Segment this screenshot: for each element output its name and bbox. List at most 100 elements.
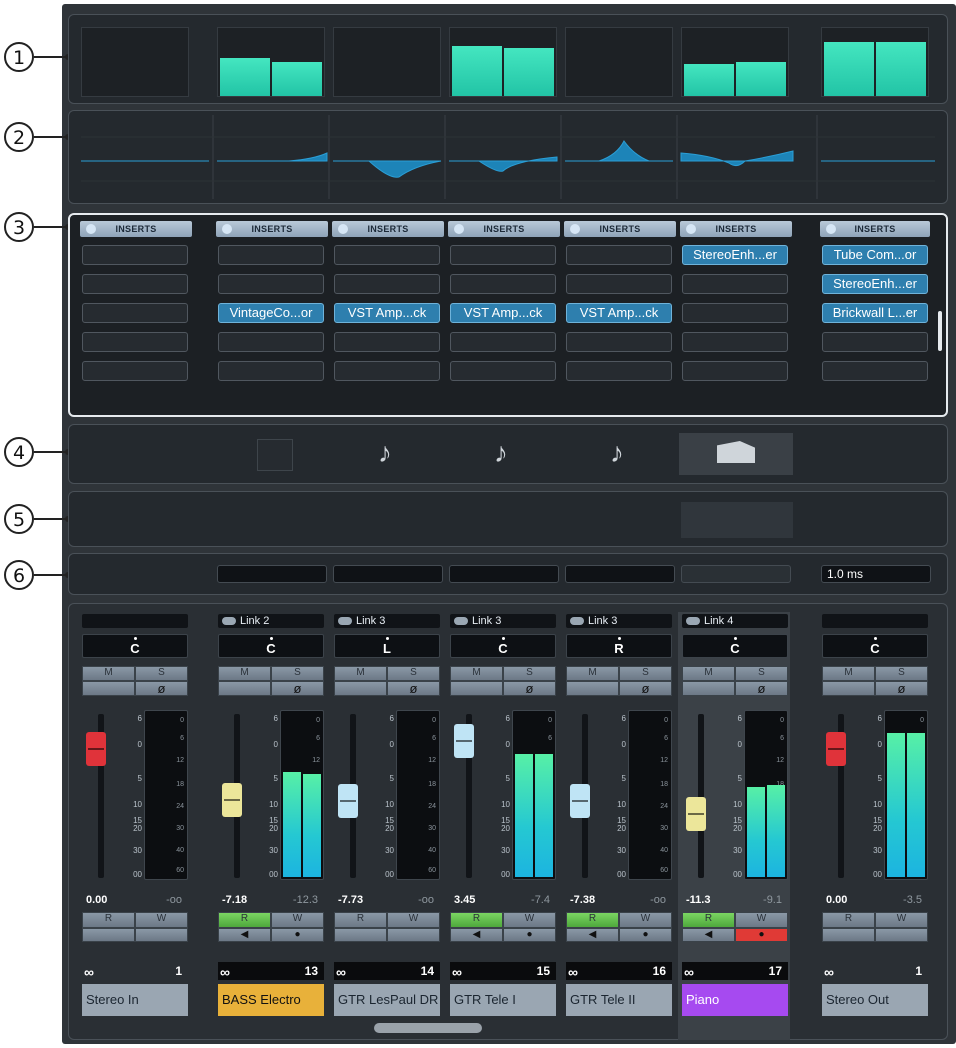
listen-button[interactable] <box>82 681 135 696</box>
inserts-header[interactable]: INSERTS <box>80 221 192 237</box>
phase-button[interactable]: ø <box>387 681 440 696</box>
insert-slot[interactable] <box>450 361 556 381</box>
insert-slot[interactable] <box>822 332 928 352</box>
insert-slot[interactable] <box>82 303 188 323</box>
fader-handle[interactable] <box>686 797 706 831</box>
listen-button[interactable] <box>218 681 271 696</box>
volume-value[interactable]: 0.00 <box>86 894 107 906</box>
link-group-label[interactable]: Link 2 <box>218 614 324 628</box>
write-automation-button[interactable]: W <box>619 912 672 928</box>
insert-bypass-icon[interactable] <box>570 224 580 234</box>
write-automation-button[interactable]: W <box>135 912 188 928</box>
inserts-header[interactable]: INSERTS <box>820 221 930 237</box>
fader-handle[interactable] <box>454 724 474 758</box>
write-automation-button[interactable]: W <box>875 912 928 928</box>
monitor-button[interactable] <box>82 928 135 942</box>
insert-slot[interactable] <box>450 245 556 265</box>
piano-picture-cell[interactable] <box>679 433 793 475</box>
write-automation-button[interactable]: W <box>387 912 440 928</box>
volume-value[interactable]: -7.73 <box>338 894 363 906</box>
fader-handle[interactable] <box>826 732 846 766</box>
inserts-scrollbar[interactable] <box>938 311 942 351</box>
link-group-label[interactable]: Link 3 <box>566 614 672 628</box>
insert-bypass-icon[interactable] <box>826 224 836 234</box>
volume-value[interactable]: 3.45 <box>454 894 475 906</box>
horizontal-scrollbar[interactable] <box>374 1023 482 1033</box>
monitor-button[interactable]: ◀ <box>218 928 271 942</box>
solo-button[interactable]: S <box>503 666 556 681</box>
inserts-header[interactable]: INSERTS <box>332 221 444 237</box>
insert-slot[interactable] <box>218 332 324 352</box>
record-button[interactable]: ● <box>271 928 324 942</box>
guitar-icon[interactable]: ♪ <box>365 433 405 473</box>
insert-slot[interactable] <box>682 361 788 381</box>
read-automation-button[interactable]: R <box>218 912 271 928</box>
solo-button[interactable]: S <box>271 666 324 681</box>
fader-handle[interactable] <box>222 783 242 817</box>
listen-button[interactable] <box>566 681 619 696</box>
listen-button[interactable] <box>450 681 503 696</box>
monitor-button[interactable] <box>822 928 875 942</box>
insert-slot[interactable] <box>566 361 672 381</box>
insert-slot[interactable] <box>682 332 788 352</box>
insert-bypass-icon[interactable] <box>338 224 348 234</box>
mute-button[interactable]: M <box>450 666 503 681</box>
inserts-header[interactable]: INSERTS <box>448 221 560 237</box>
mute-button[interactable]: M <box>566 666 619 681</box>
pan-control[interactable]: C <box>82 634 188 658</box>
pan-control[interactable]: R <box>566 634 672 658</box>
insert-bypass-icon[interactable] <box>222 224 232 234</box>
write-automation-button[interactable]: W <box>271 912 324 928</box>
mute-button[interactable]: M <box>82 666 135 681</box>
read-automation-button[interactable]: R <box>822 912 875 928</box>
insert-bypass-icon[interactable] <box>686 224 696 234</box>
record-button[interactable] <box>875 928 928 942</box>
insert-bypass-icon[interactable] <box>454 224 464 234</box>
volume-value[interactable]: 0.00 <box>826 894 847 906</box>
monitor-button[interactable] <box>334 928 387 942</box>
peak-value[interactable]: -oo <box>650 894 666 906</box>
volume-value[interactable]: -11.3 <box>686 894 710 906</box>
insert-slot[interactable] <box>82 332 188 352</box>
inserts-header[interactable]: INSERTS <box>680 221 792 237</box>
mute-button[interactable]: M <box>334 666 387 681</box>
insert-slot[interactable] <box>218 245 324 265</box>
channel-name[interactable]: Stereo In <box>82 984 188 1016</box>
insert-slot[interactable] <box>82 245 188 265</box>
record-button[interactable] <box>387 928 440 942</box>
insert-slot[interactable] <box>218 274 324 294</box>
channel-name[interactable]: GTR Tele I <box>450 984 556 1016</box>
read-automation-button[interactable]: R <box>450 912 503 928</box>
phase-button[interactable]: ø <box>503 681 556 696</box>
record-button[interactable]: ● <box>735 928 788 942</box>
pan-control[interactable]: C <box>682 634 788 658</box>
channel-name[interactable]: Stereo Out <box>822 984 928 1016</box>
insert-slot[interactable]: StereoEnh...er <box>822 274 928 294</box>
monitor-button[interactable]: ◀ <box>682 928 735 942</box>
insert-slot[interactable] <box>566 274 672 294</box>
insert-slot[interactable]: Tube Com...or <box>822 245 928 265</box>
phase-button[interactable]: ø <box>135 681 188 696</box>
insert-slot[interactable] <box>566 245 672 265</box>
solo-button[interactable]: S <box>619 666 672 681</box>
inserts-header[interactable]: INSERTS <box>216 221 328 237</box>
inserts-header[interactable]: INSERTS <box>564 221 676 237</box>
empty-picture[interactable] <box>257 439 293 471</box>
insert-slot[interactable]: VintageCo...or <box>218 303 324 323</box>
phase-button[interactable]: ø <box>735 681 788 696</box>
phase-button[interactable]: ø <box>271 681 324 696</box>
mute-button[interactable]: M <box>682 666 735 681</box>
read-automation-button[interactable]: R <box>82 912 135 928</box>
insert-slot[interactable] <box>822 361 928 381</box>
record-button[interactable]: ● <box>619 928 672 942</box>
insert-slot[interactable]: VST Amp...ck <box>566 303 672 323</box>
insert-slot[interactable] <box>566 332 672 352</box>
link-group-label[interactable]: Link 3 <box>334 614 440 628</box>
guitar-icon[interactable]: ♪ <box>597 433 637 473</box>
volume-value[interactable]: -7.18 <box>222 894 247 906</box>
mute-button[interactable]: M <box>822 666 875 681</box>
guitar-icon[interactable]: ♪ <box>481 433 521 473</box>
write-automation-button[interactable]: W <box>503 912 556 928</box>
insert-slot[interactable] <box>682 303 788 323</box>
pan-control[interactable]: L <box>334 634 440 658</box>
